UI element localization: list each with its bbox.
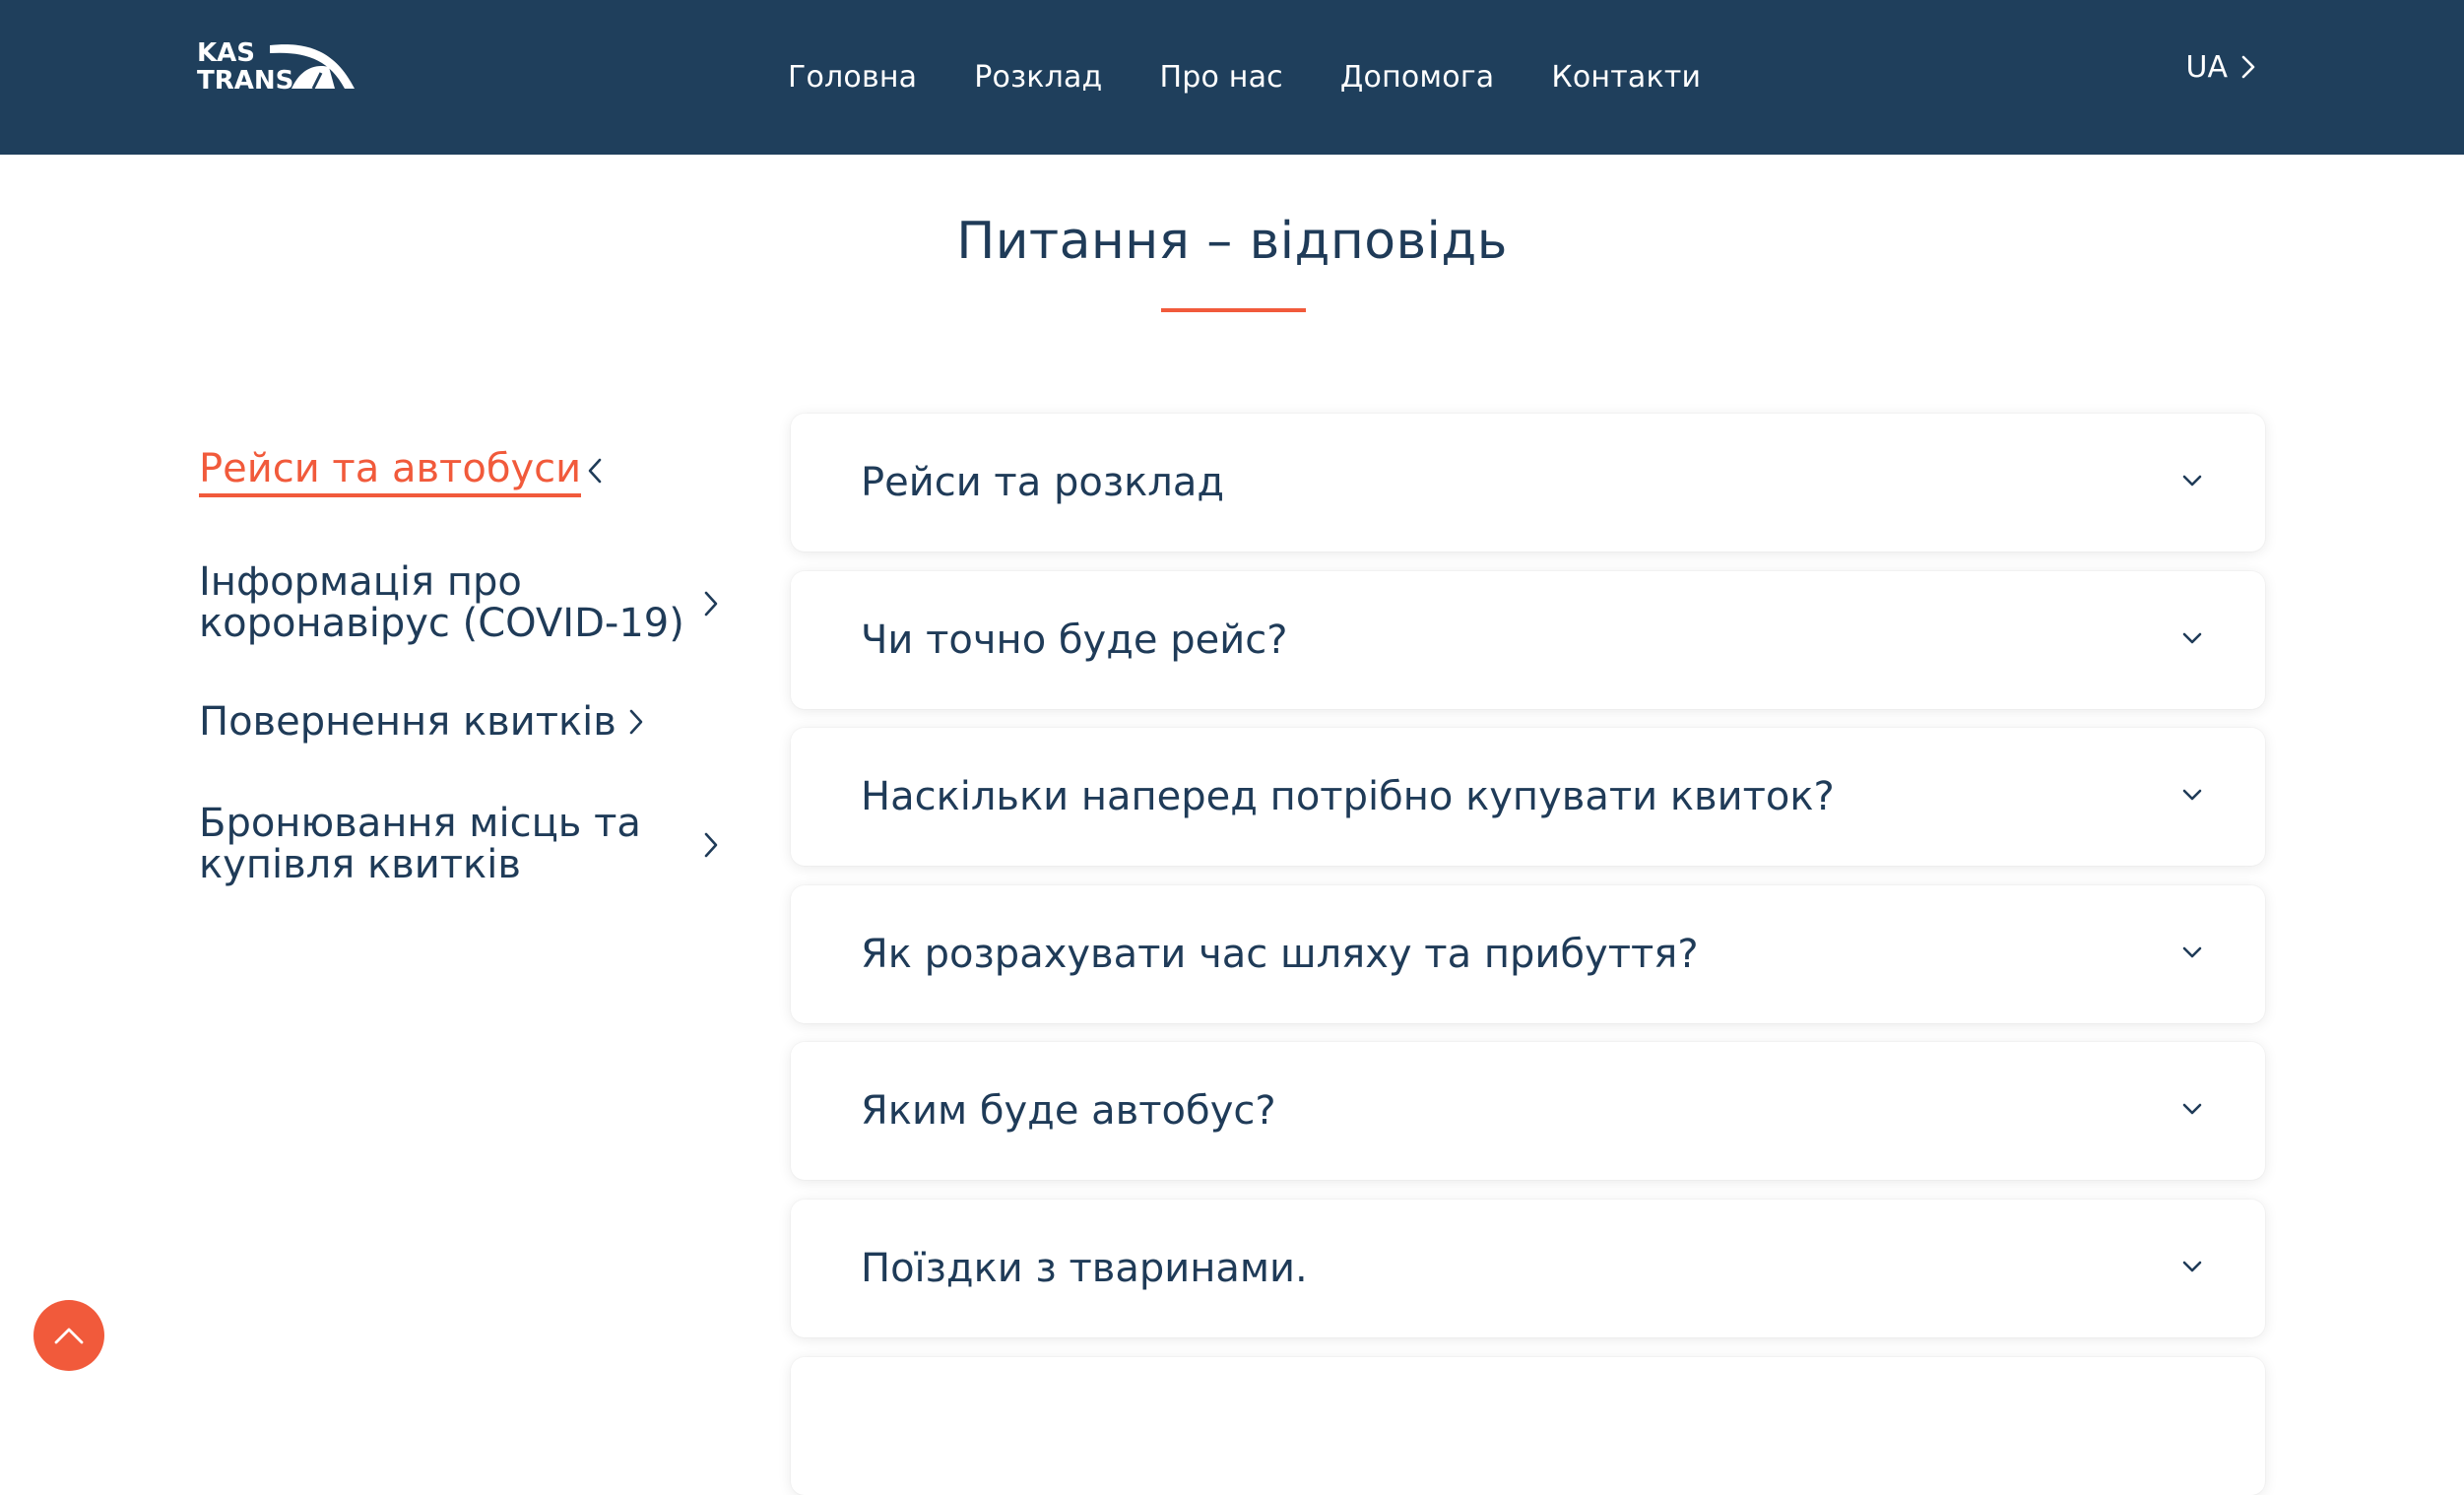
category-covid-info[interactable]: Інформація про коронавірус (COVID-19) [199,559,718,646]
title-underline [1161,308,1306,312]
category-trips-and-buses[interactable]: Рейси та автобуси [199,448,602,497]
chevron-down-icon [2182,1261,2202,1272]
chevron-up-icon [54,1328,84,1344]
faq-item[interactable]: Рейси та розклад [791,414,2265,552]
page-title: Питання – відповідь [956,212,1508,271]
faq-question: Як розрахувати час шляху та прибуття? [861,932,1699,977]
chevron-down-icon [2182,946,2202,958]
nav-home[interactable]: Головна [788,60,917,95]
chevron-right-icon [2241,55,2255,79]
title-section: Питання – відповідь [0,212,2464,271]
chevron-down-icon [2182,475,2202,487]
category-label: Рейси та автобуси [199,448,582,497]
chevron-down-icon [2182,1103,2202,1115]
kastrans-logo-icon: KAS TRANS [197,38,355,95]
main-nav: Головна Розклад Про нас Допомога Контакт… [788,0,1701,155]
faq-question: Рейси та розклад [861,460,1224,505]
chevron-right-icon [704,591,718,617]
site-logo[interactable]: KAS TRANS [197,37,359,95]
chevron-right-icon [704,832,718,858]
faq-item[interactable]: Чи точно буде рейс? [791,571,2265,709]
chevron-down-icon [2182,632,2202,644]
faq-item[interactable]: Яким буде автобус? [791,1042,2265,1180]
site-header: KAS TRANS Головна Розклад Про нас Допомо… [0,0,2464,155]
scroll-to-top-button[interactable] [33,1300,104,1371]
chevron-down-icon [2182,789,2202,801]
nav-about[interactable]: Про нас [1159,60,1282,95]
nav-schedule[interactable]: Розклад [974,60,1102,95]
faq-question: Наскільки наперед потрібно купувати квит… [861,774,1835,819]
category-label: Інформація про коронавірус (COVID-19) [199,559,684,646]
category-label: Повернення квитків [199,699,616,745]
faq-item[interactable]: Як розрахувати час шляху та прибуття? [791,885,2265,1023]
svg-text:TRANS: TRANS [197,66,293,95]
faq-question: Яким буде автобус? [861,1088,1276,1134]
faq-question: Чи точно буде рейс? [861,618,1288,663]
language-switcher[interactable]: UA [2186,0,2257,134]
faq-item[interactable]: Наскільки наперед потрібно купувати квит… [791,728,2265,866]
chevron-right-icon [629,709,643,735]
category-ticket-refund[interactable]: Повернення квитків [199,699,643,745]
faq-question: Поїздки з тваринами. [861,1246,1308,1291]
category-booking-and-tickets[interactable]: Бронювання місць та купівля квитків [199,801,718,887]
svg-text:KAS: KAS [197,38,255,68]
nav-contacts[interactable]: Контакти [1551,60,1701,95]
nav-help[interactable]: Допомога [1340,60,1495,95]
chevron-left-icon [588,458,602,484]
category-label: Бронювання місць та купівля квитків [199,801,641,887]
language-label: UA [2185,49,2228,85]
faq-item[interactable]: Поїздки з тваринами. [791,1200,2265,1337]
faq-item[interactable] [791,1357,2265,1495]
